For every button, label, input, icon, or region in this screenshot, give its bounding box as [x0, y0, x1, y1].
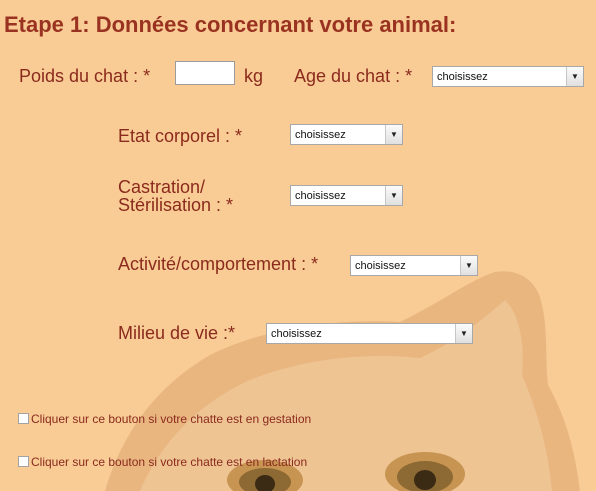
lactation-checkbox[interactable]: [18, 456, 29, 467]
castration-select[interactable]: choisissez ▼: [290, 185, 403, 206]
activity-select[interactable]: choisissez ▼: [350, 255, 478, 276]
body-condition-select-value: choisissez: [295, 129, 346, 141]
castration-select-value: choisissez: [295, 190, 346, 202]
castration-label: Castration/ Stérilisation : *: [118, 178, 233, 214]
activity-select-value: choisissez: [355, 260, 406, 272]
age-label: Age du chat : *: [294, 66, 413, 86]
age-select[interactable]: choisissez ▼: [432, 66, 584, 87]
weight-unit: kg: [244, 66, 264, 86]
dropdown-arrow-icon[interactable]: ▼: [385, 186, 402, 205]
lactation-checkbox-label: Cliquer sur ce bouton si votre chatte es…: [31, 455, 308, 469]
body-condition-label: Etat corporel : *: [118, 126, 243, 146]
castration-label-line2: Stérilisation : *: [118, 195, 234, 215]
dropdown-arrow-icon[interactable]: ▼: [455, 324, 472, 343]
environment-select[interactable]: choisissez ▼: [266, 323, 473, 344]
gestation-checkbox-label: Cliquer sur ce bouton si votre chatte es…: [31, 412, 312, 426]
dropdown-arrow-icon[interactable]: ▼: [385, 125, 402, 144]
gestation-checkbox[interactable]: [18, 413, 29, 424]
environment-label: Milieu de vie :*: [118, 323, 236, 343]
body-condition-select[interactable]: choisissez ▼: [290, 124, 403, 145]
environment-select-value: choisissez: [271, 328, 322, 340]
lactation-row: Cliquer sur ce bouton si votre chatte es…: [18, 455, 307, 469]
dropdown-arrow-icon[interactable]: ▼: [460, 256, 477, 275]
page-title: Etape 1: Données concernant votre animal…: [4, 12, 457, 37]
weight-label: Poids du chat : *: [19, 66, 151, 86]
gestation-row: Cliquer sur ce bouton si votre chatte es…: [18, 412, 311, 426]
dropdown-arrow-icon[interactable]: ▼: [566, 67, 583, 86]
activity-label: Activité/comportement : *: [118, 254, 319, 274]
castration-label-line1: Castration/: [118, 177, 206, 197]
weight-input[interactable]: [175, 61, 235, 85]
age-select-value: choisissez: [437, 71, 488, 83]
